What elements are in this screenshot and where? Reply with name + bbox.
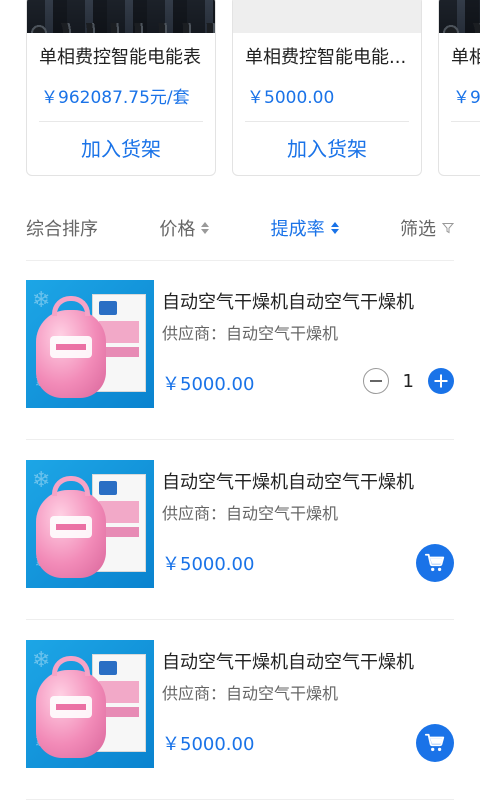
product-name: 自动空气干燥机自动空气干燥机 bbox=[162, 292, 414, 313]
add-to-cart-button[interactable] bbox=[416, 724, 454, 762]
add-to-shelf-button[interactable]: 加入货架 bbox=[233, 133, 421, 162]
sort-bar: 综合排序 价格 提成率 筛选 bbox=[26, 210, 454, 246]
sort-commission-rate-label: 提成率 bbox=[270, 219, 325, 240]
product-list: ❄ ❄ ❄ 自动空气干燥机自动空气干燥机 供应商：自动空气干燥机 ￥5000.0… bbox=[26, 260, 454, 800]
add-to-shelf-button[interactable]: 加入货架 bbox=[27, 133, 215, 162]
product-card-title: 单相费控智能电能表 bbox=[39, 47, 201, 68]
product-image: ❄ ❄ ❄ bbox=[26, 640, 154, 768]
product-row[interactable]: ❄ ❄ ❄ 自动空气干燥机自动空气干燥机 供应商：自动空气干燥机 ￥5000.0… bbox=[26, 260, 454, 440]
product-row[interactable]: ❄ ❄ ❄ 自动空气干燥机自动空气干燥机 供应商：自动空气干燥机 ￥5000.0… bbox=[26, 620, 454, 800]
add-to-cart-button[interactable] bbox=[416, 544, 454, 582]
refrigerant-cylinder-graphic bbox=[36, 296, 106, 398]
product-card-image bbox=[233, 0, 421, 33]
plus-circle-icon[interactable] bbox=[428, 368, 454, 394]
sort-comprehensive-label: 综合排序 bbox=[26, 219, 98, 240]
product-card[interactable]: 单相费控智能电能... ￥5000.00 加入货架 bbox=[232, 0, 422, 176]
product-price: ￥5000.00 bbox=[162, 374, 255, 395]
sort-price[interactable]: 价格 bbox=[159, 215, 210, 241]
filter-funnel-icon bbox=[441, 223, 454, 234]
refrigerant-cylinder-graphic bbox=[36, 656, 106, 758]
product-card[interactable]: 单相 ￥96 bbox=[438, 0, 480, 176]
card-divider bbox=[39, 121, 203, 122]
refrigerant-cylinder-graphic bbox=[36, 476, 106, 578]
minus-circle-icon[interactable] bbox=[362, 368, 389, 394]
sort-arrows-icon bbox=[330, 222, 339, 234]
card-divider bbox=[451, 121, 480, 122]
product-row[interactable]: ❄ ❄ ❄ 自动空气干燥机自动空气干燥机 供应商：自动空气干燥机 ￥5000.0… bbox=[26, 440, 454, 620]
product-card-price: ￥96 bbox=[453, 88, 480, 108]
shopping-cart-icon bbox=[424, 553, 445, 572]
product-image: ❄ ❄ ❄ bbox=[26, 280, 154, 408]
product-price: ￥5000.00 bbox=[162, 734, 255, 755]
product-card-price: ￥5000.00 bbox=[247, 88, 335, 108]
filter-label: 筛选 bbox=[399, 219, 436, 240]
product-supplier: 供应商：自动空气干燥机 bbox=[162, 504, 339, 523]
recommended-card-strip[interactable]: 单相费控智能电能表 ￥962087.75元/套 加入货架 单相费控智能电能...… bbox=[0, 0, 480, 180]
product-card-image bbox=[439, 0, 480, 33]
product-image: ❄ ❄ ❄ bbox=[26, 460, 154, 588]
shopping-cart-icon bbox=[424, 733, 445, 752]
product-supplier: 供应商：自动空气干燥机 bbox=[162, 324, 339, 343]
card-divider bbox=[245, 121, 409, 122]
quantity-stepper: 1 bbox=[362, 368, 454, 394]
product-card-title: 单相费控智能电能... bbox=[245, 47, 407, 68]
sort-price-label: 价格 bbox=[159, 219, 196, 240]
product-card-title: 单相 bbox=[451, 47, 480, 68]
product-name: 自动空气干燥机自动空气干燥机 bbox=[162, 652, 414, 673]
page: 单相费控智能电能表 ￥962087.75元/套 加入货架 单相费控智能电能...… bbox=[0, 0, 480, 800]
sort-arrows-icon bbox=[201, 222, 210, 234]
product-name: 自动空气干燥机自动空气干燥机 bbox=[162, 472, 414, 493]
product-price: ￥5000.00 bbox=[162, 554, 255, 575]
product-card[interactable]: 单相费控智能电能表 ￥962087.75元/套 加入货架 bbox=[26, 0, 216, 176]
product-card-price: ￥962087.75元/套 bbox=[41, 88, 190, 108]
quantity-value: 1 bbox=[402, 370, 414, 392]
product-card-image bbox=[27, 0, 215, 33]
product-supplier: 供应商：自动空气干燥机 bbox=[162, 684, 339, 703]
filter-button[interactable]: 筛选 bbox=[400, 215, 454, 241]
sort-commission-rate[interactable]: 提成率 bbox=[271, 215, 339, 241]
sort-comprehensive[interactable]: 综合排序 bbox=[26, 215, 98, 241]
